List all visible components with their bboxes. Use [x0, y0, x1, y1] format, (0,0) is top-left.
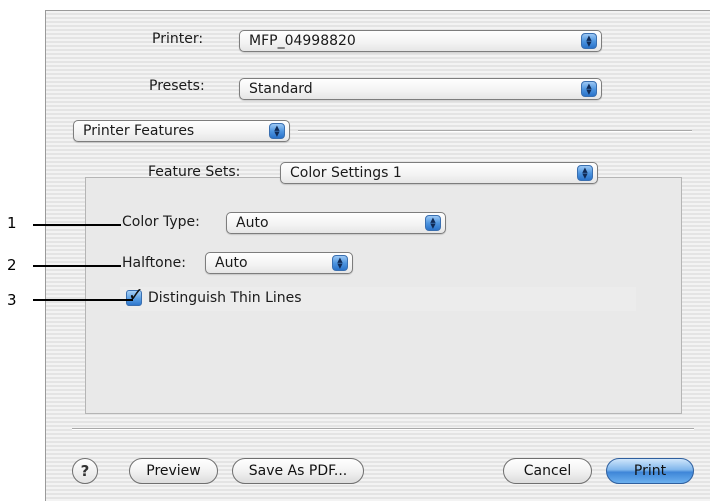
callout-line-3 — [33, 299, 133, 301]
up-down-arrows-icon: ▲ ▼ — [581, 81, 597, 97]
presets-label: Presets: — [149, 78, 205, 94]
up-down-arrows-icon: ▲ ▼ — [581, 33, 597, 49]
callout-3: 3 — [7, 291, 17, 309]
printer-popup[interactable]: MFP_04998820 ▲ ▼ — [239, 30, 602, 52]
up-down-arrows-icon: ▲ ▼ — [577, 165, 593, 181]
up-down-arrows-icon: ▲ ▼ — [332, 255, 348, 271]
feature-sets-popup[interactable]: Color Settings 1 ▲ ▼ — [280, 162, 598, 184]
printer-value: MFP_04998820 — [249, 33, 356, 49]
callout-line-2 — [33, 265, 121, 267]
feature-sets-value: Color Settings 1 — [290, 165, 402, 181]
callout-2: 2 — [7, 256, 17, 274]
color-type-popup[interactable]: Auto ▲ ▼ — [226, 212, 446, 234]
help-button[interactable]: ? — [72, 458, 98, 484]
cancel-button[interactable]: Cancel — [503, 458, 592, 484]
panel-popup[interactable]: Printer Features ▲ ▼ — [73, 120, 290, 142]
save-as-pdf-button[interactable]: Save As PDF... — [232, 458, 364, 484]
question-mark-icon: ? — [80, 462, 90, 480]
panel-value: Printer Features — [83, 123, 195, 139]
thin-lines-checkbox[interactable]: ✓ — [126, 284, 144, 306]
up-down-arrows-icon: ▲ ▼ — [425, 215, 441, 231]
color-type-label: Color Type: — [122, 214, 200, 230]
callout-1: 1 — [7, 214, 17, 232]
halftone-value: Auto — [215, 255, 248, 271]
presets-value: Standard — [249, 81, 313, 97]
halftone-popup[interactable]: Auto ▲ ▼ — [205, 252, 353, 274]
preview-button[interactable]: Preview — [129, 458, 218, 484]
bottom-separator — [72, 428, 694, 430]
panel-separator — [298, 130, 692, 132]
callout-line-1 — [33, 224, 121, 226]
up-down-arrows-icon: ▲ ▼ — [269, 123, 285, 139]
print-button[interactable]: Print — [606, 458, 694, 484]
printer-label: Printer: — [152, 31, 204, 47]
color-type-value: Auto — [236, 215, 269, 231]
feature-sets-label: Feature Sets: — [148, 164, 241, 180]
thin-lines-label: Distinguish Thin Lines — [148, 290, 302, 306]
presets-popup[interactable]: Standard ▲ ▼ — [239, 78, 602, 100]
halftone-label: Halftone: — [122, 255, 186, 271]
checkmark-icon: ✓ — [128, 284, 144, 306]
